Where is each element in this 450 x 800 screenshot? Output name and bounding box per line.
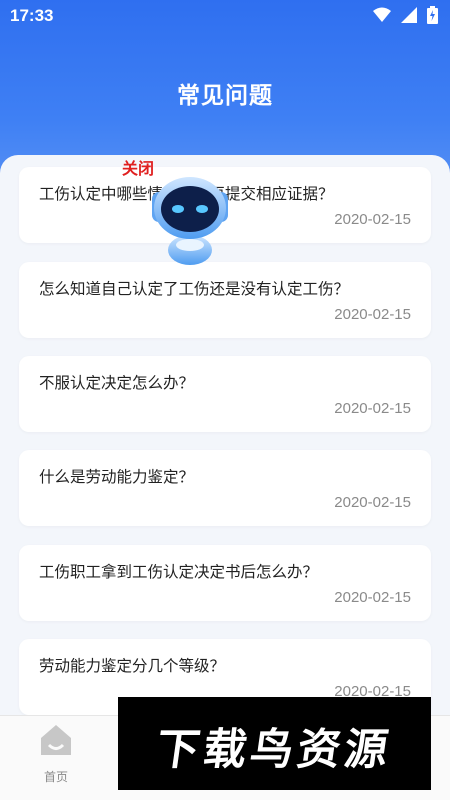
wifi-icon: [373, 7, 391, 22]
home-icon: [41, 725, 71, 755]
faq-date: 2020-02-15: [334, 306, 411, 323]
signal-icon: [401, 7, 417, 23]
faq-item[interactable]: 工伤职工拿到工伤认定决定书后怎么办？ 2020-02-15: [19, 545, 431, 621]
faq-question: 不服认定决定怎么办？: [39, 374, 195, 392]
tab-home[interactable]: 首页: [28, 716, 84, 800]
faq-question: 劳动能力鉴定分几个等级？: [39, 657, 226, 675]
faq-item[interactable]: 怎么知道自己认定了工伤还是没有认定工伤？ 2020-02-15: [19, 262, 431, 338]
faq-question: 什么是劳动能力鉴定？: [39, 468, 195, 486]
faq-item[interactable]: 不服认定决定怎么办？ 2020-02-15: [19, 356, 431, 432]
status-time: 17:33: [10, 6, 54, 25]
robot-icon[interactable]: [118, 150, 238, 270]
faq-question: 工伤职工拿到工伤认定决定书后怎么办？: [39, 563, 319, 581]
robot-assistant[interactable]: 关闭: [118, 150, 238, 270]
watermark-text: 下载鸟资源: [152, 725, 395, 775]
faq-date: 2020-02-15: [334, 211, 411, 228]
faq-question: 怎么知道自己认定了工伤还是没有认定工伤？: [39, 280, 350, 298]
battery-icon: [427, 6, 438, 24]
faq-date: 2020-02-15: [334, 494, 411, 511]
faq-date: 2020-02-15: [334, 589, 411, 606]
tab-home-label: 首页: [43, 770, 68, 784]
status-bar: 17:33: [0, 0, 450, 32]
faq-date: 2020-02-15: [334, 400, 411, 417]
page-title: 常见问题: [177, 83, 273, 109]
watermark-banner: 下载鸟资源: [118, 697, 431, 790]
faq-item[interactable]: 什么是劳动能力鉴定？ 2020-02-15: [19, 450, 431, 526]
status-icons: [373, 6, 438, 24]
